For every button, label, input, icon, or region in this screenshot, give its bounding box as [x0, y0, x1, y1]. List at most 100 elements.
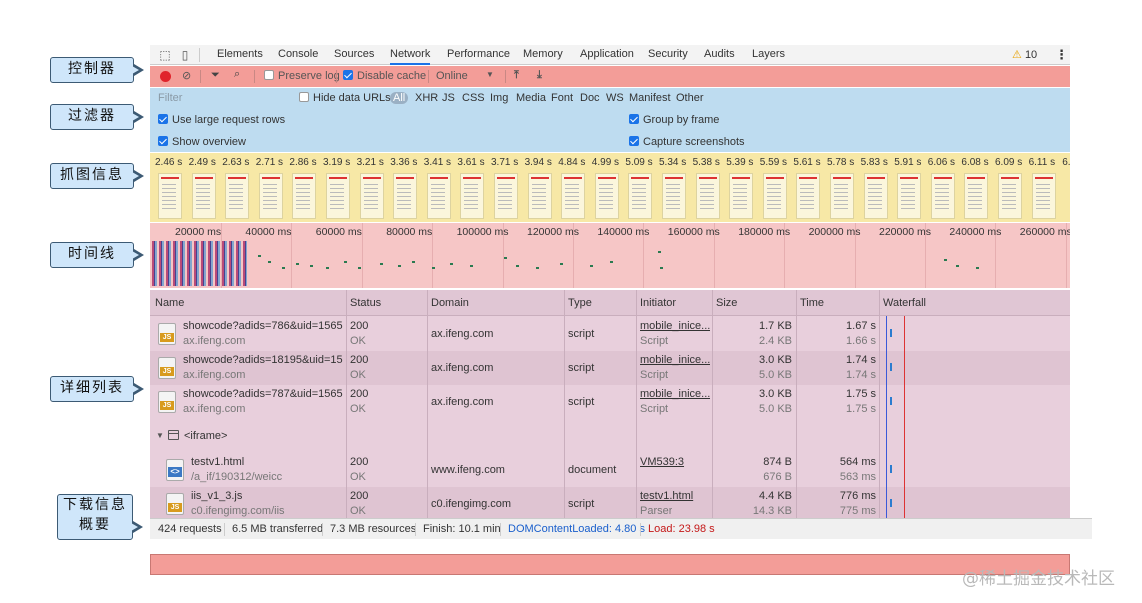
export-har-icon[interactable]: ⤓	[537, 69, 542, 82]
timeline-overview[interactable]: 20000 ms 40000 ms 60000 ms 80000 ms 100000 m…	[150, 223, 1070, 288]
filter-type-font[interactable]: Font	[551, 92, 573, 104]
request-name[interactable]: showcode?adids=786&uid=1565...	[183, 320, 343, 332]
screenshot-thumbnail[interactable]	[594, 173, 619, 219]
screenshot-thumbnail[interactable]	[494, 173, 518, 219]
screenshot-thumbnail[interactable]	[930, 173, 955, 219]
hide-data-urls-checkbox[interactable]: Hide data URLs	[299, 92, 391, 104]
screenshot-thumbnail[interactable]	[796, 173, 821, 219]
screenshot-thumbnail[interactable]	[460, 173, 485, 219]
table-row[interactable]: JS showcode?adids=18195&uid=15... ax.ifeng…	[150, 351, 1070, 385]
screenshot-thumbnail[interactable]	[158, 173, 182, 219]
request-name[interactable]: showcode?adids=18195&uid=15...	[183, 354, 343, 366]
table-row[interactable]: JS iis_v1_3.js c0.ifengimg.com/iis 200 OK c0.…	[150, 487, 1070, 518]
tab-security[interactable]: Security	[648, 48, 688, 60]
screenshot-thumbnail[interactable]	[863, 173, 888, 219]
initiator-link[interactable]: mobile_inice...	[640, 320, 710, 332]
latency-time: 1.66 s	[846, 335, 876, 347]
search-icon[interactable]: ⌕	[234, 68, 240, 81]
record-button[interactable]	[160, 71, 171, 82]
column-time[interactable]: Time	[800, 297, 824, 309]
tab-performance[interactable]: Performance	[447, 48, 510, 60]
filter-type-doc[interactable]: Doc	[580, 92, 600, 104]
clear-icon[interactable]: ⊘	[182, 69, 191, 82]
disable-cache-checkbox[interactable]: Disable cache	[343, 70, 426, 82]
import-har-icon[interactable]: ⤒	[514, 69, 519, 82]
screenshot-thumbnail[interactable]	[359, 173, 384, 219]
column-domain[interactable]: Domain	[431, 297, 469, 309]
tab-memory[interactable]: Memory	[523, 48, 563, 60]
column-type[interactable]: Type	[568, 297, 592, 309]
tab-network[interactable]: Network	[390, 48, 431, 65]
screenshot-thumbnail[interactable]	[191, 173, 216, 219]
show-overview-checkbox[interactable]: Show overview	[158, 136, 246, 148]
tab-audits[interactable]: Audits	[704, 48, 735, 60]
screenshot-thumbnail[interactable]	[628, 173, 653, 219]
screenshot-thumbnail[interactable]	[897, 173, 922, 219]
screenshot-thumbnail[interactable]	[662, 173, 686, 219]
column-status[interactable]: Status	[350, 297, 381, 309]
request-name[interactable]: iis_v1_3.js	[191, 490, 343, 502]
screenshot-thumbnail[interactable]	[426, 173, 451, 219]
tab-layers[interactable]: Layers	[752, 48, 785, 60]
inspect-element-icon[interactable]: ⬚	[158, 48, 172, 62]
expand-triangle-icon[interactable]: ▼	[156, 431, 164, 440]
filter-type-media[interactable]: Media	[516, 92, 546, 104]
filter-type-other[interactable]: Other	[676, 92, 704, 104]
initiator-link[interactable]: testv1.html	[640, 490, 710, 502]
throttle-select[interactable]: Online	[436, 70, 468, 82]
tab-elements[interactable]: Elements	[217, 48, 263, 60]
filter-type-manifest[interactable]: Manifest	[629, 92, 671, 104]
screenshot-thumbnail[interactable]	[225, 173, 250, 219]
column-initiator[interactable]: Initiator	[640, 297, 676, 309]
screenshot-thumbnail[interactable]	[1031, 173, 1056, 219]
screenshot-time: 5.39 s	[726, 157, 754, 168]
filter-type-css[interactable]: CSS	[462, 92, 485, 104]
group-by-frame-checkbox[interactable]: Group by frame	[629, 114, 719, 126]
screenshot-thumbnail[interactable]	[998, 173, 1022, 219]
table-row[interactable]: <> testv1.html/a_if/190312/weicc 200 OK www.…	[150, 453, 1070, 487]
column-waterfall[interactable]: Waterfall	[883, 297, 926, 309]
screenshot-thumbnail[interactable]	[292, 173, 317, 219]
tab-application[interactable]: Application	[580, 48, 634, 60]
filter-type-img[interactable]: Img	[490, 92, 508, 104]
initiator-link[interactable]: VM539:3	[640, 456, 710, 468]
screenshot-thumbnail[interactable]	[527, 173, 552, 219]
screenshot-thumbnail[interactable]	[729, 173, 754, 219]
table-row[interactable]: JS showcode?adids=787&uid=1565... ax.ifeng…	[150, 385, 1070, 419]
filter-type-all[interactable]: All	[390, 92, 409, 104]
preserve-log-checkbox[interactable]: Preserve log	[264, 70, 340, 82]
tab-console[interactable]: Console	[278, 48, 318, 60]
filter-type-xhr[interactable]: XHR	[415, 92, 438, 104]
chevron-down-icon[interactable]: ▼	[486, 70, 494, 79]
screenshot-thumbnail[interactable]	[964, 173, 989, 219]
screenshot-thumbnail[interactable]	[326, 173, 350, 219]
filter-type-ws[interactable]: WS	[606, 92, 624, 104]
capture-screenshots-checkbox[interactable]: Capture screenshots	[629, 136, 745, 148]
column-name[interactable]: Name	[155, 297, 184, 309]
transfer-size: 1.7 KB	[758, 320, 792, 332]
more-options-icon[interactable]: ⋮	[1055, 47, 1068, 63]
table-row[interactable]: JS showcode?adids=786&uid=1565... ax.ifeng…	[150, 317, 1070, 351]
column-size[interactable]: Size	[716, 297, 737, 309]
frame-group-row[interactable]: ▼ <iframe>	[150, 419, 1070, 453]
request-name[interactable]: showcode?adids=787&uid=1565...	[183, 388, 343, 400]
screenshot-thumbnail[interactable]	[830, 173, 854, 219]
timeline-tick-label: 80000 ms	[386, 226, 433, 238]
screenshot-thumbnail[interactable]	[695, 173, 720, 219]
filter-input[interactable]: Filter	[158, 92, 182, 104]
screenshot-time: 2.46 s	[155, 157, 183, 168]
screenshot-thumbnail[interactable]	[393, 173, 418, 219]
initiator-link[interactable]: mobile_inice...	[640, 388, 710, 400]
total-time: 1.74 s	[846, 354, 876, 366]
filter-type-js[interactable]: JS	[442, 92, 455, 104]
warnings-counter[interactable]: ⚠ 10	[1012, 48, 1037, 61]
request-name[interactable]: testv1.html	[191, 456, 343, 468]
tab-sources[interactable]: Sources	[334, 48, 374, 60]
screenshot-thumbnail[interactable]	[762, 173, 787, 219]
screenshot-thumbnail[interactable]	[561, 173, 586, 219]
filter-icon[interactable]: ⏷	[211, 69, 220, 82]
device-toolbar-icon[interactable]: ▯	[178, 48, 192, 62]
screenshot-thumbnail[interactable]	[258, 173, 283, 219]
initiator-link[interactable]: mobile_inice...	[640, 354, 710, 366]
use-large-rows-checkbox[interactable]: Use large request rows	[158, 114, 285, 126]
